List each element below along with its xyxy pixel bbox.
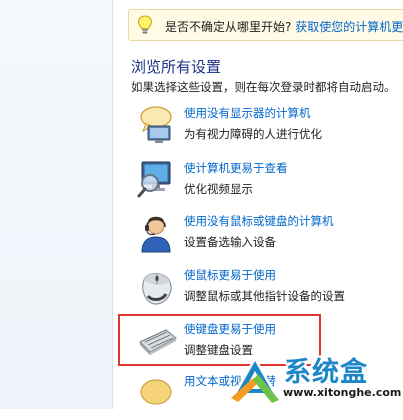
mouse-icon [142, 272, 172, 305]
setting-item-no-display[interactable]: 使用没有显示器的计算机 为有视力障碍的人进行优化 [136, 104, 403, 152]
speech-bubble-monitor-icon [140, 106, 172, 143]
section-title: 浏览所有设置 [131, 58, 222, 76]
tip-link[interactable]: 获取使您的计算机更 [295, 20, 403, 34]
setting-item-no-mouse-keyboard[interactable]: 使用没有鼠标或键盘的计算机 设置备选输入设备 [136, 212, 403, 260]
setting-link-easier-to-see[interactable]: 使计算机更易于查看 [184, 160, 288, 176]
lightbulb-icon [137, 15, 153, 34]
pane-divider [112, 0, 113, 409]
brand-logo-icon [231, 356, 279, 403]
setting-link-no-display[interactable]: 使用没有显示器的计算机 [184, 105, 311, 121]
section-description: 如果选择这些设置，则在每次登录时都将自动启动。 [131, 80, 396, 94]
setting-link-no-mouse-keyboard[interactable]: 使用没有鼠标或键盘的计算机 [184, 213, 334, 229]
tip-label: 是否不确定从哪里开始? [165, 20, 292, 34]
tip-bar: 是否不确定从哪里开始? 获取使您的计算机更 [128, 9, 403, 41]
watermark-brand-text: 系统盒 [284, 357, 368, 388]
setting-link-mouse-easier[interactable]: 使鼠标更易于使用 [184, 267, 276, 283]
setting-desc-no-mouse-keyboard: 设置备选输入设备 [184, 235, 276, 249]
setting-item-easier-to-see[interactable]: 使计算机更易于查看 优化视频显示 [136, 159, 403, 207]
text-visual-icon [140, 379, 172, 405]
watermark: 系统盒 www.xitonghe.com [226, 346, 403, 409]
watermark-url: www.xitonghe.com [283, 386, 402, 399]
left-navigation-pane [0, 0, 112, 409]
setting-desc-mouse-easier: 调整鼠标或其他指针设备的设置 [184, 289, 345, 303]
setting-item-mouse-easier[interactable]: 使鼠标更易于使用 调整鼠标或其他指针设备的设置 [136, 266, 403, 314]
headset-user-icon [141, 216, 171, 253]
setting-desc-no-display: 为有视力障碍的人进行优化 [184, 127, 322, 141]
monitor-magnifier-icon [137, 161, 171, 198]
setting-desc-easier-to-see: 优化视频显示 [184, 182, 253, 196]
tip-text: 是否不确定从哪里开始? 获取使您的计算机更 [165, 18, 403, 35]
